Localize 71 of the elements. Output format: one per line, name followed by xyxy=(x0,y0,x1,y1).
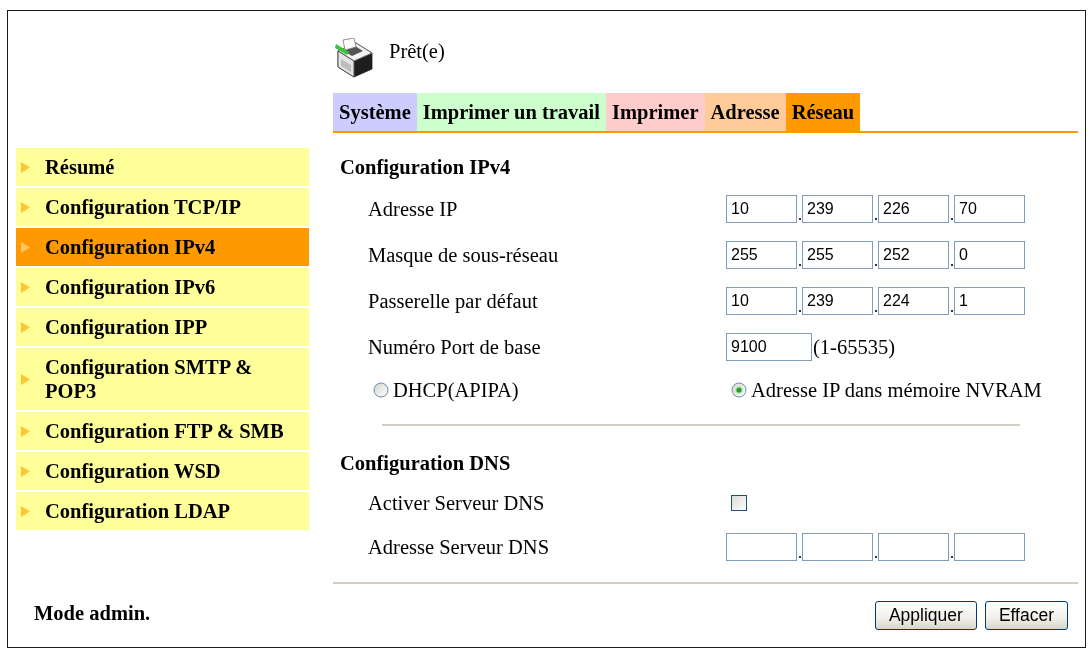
sidebar-item[interactable]: Configuration FTP & SMB xyxy=(16,412,309,450)
triangle-icon xyxy=(21,201,30,213)
field-label: Adresse IP xyxy=(367,197,459,221)
triangle-icon xyxy=(21,161,30,173)
dot-separator-icon xyxy=(874,556,877,558)
input-field[interactable]: 0 xyxy=(954,241,1025,269)
dot-separator-icon xyxy=(798,556,801,558)
triangle-icon xyxy=(21,505,30,517)
input-field[interactable]: 255 xyxy=(802,241,873,269)
input-field[interactable] xyxy=(954,533,1025,561)
radio-label: DHCP(APIPA) xyxy=(393,378,519,402)
input-field[interactable]: 1 xyxy=(954,287,1025,315)
input-field[interactable]: 224 xyxy=(878,287,949,315)
dot-separator-icon xyxy=(950,556,953,558)
sidebar-item[interactable]: Résumé xyxy=(16,148,309,186)
field-label: Adresse Serveur DNS xyxy=(367,535,551,559)
field-label: Masque de sous-réseau xyxy=(367,243,560,267)
form-button[interactable]: Effacer xyxy=(984,601,1068,630)
dot-separator-icon xyxy=(798,218,801,220)
sidebar-item[interactable]: Configuration IPv4 xyxy=(16,228,309,266)
sidebar-item[interactable]: Configuration IPP xyxy=(16,308,309,346)
dot-separator-icon xyxy=(950,310,953,312)
tab[interactable]: Imprimer un travail xyxy=(416,93,606,131)
triangle-icon xyxy=(21,241,30,253)
triangle-icon xyxy=(21,281,30,293)
tab[interactable]: Réseau xyxy=(785,93,861,133)
triangle-icon xyxy=(21,465,30,477)
range-hint: (1-65535) xyxy=(813,335,895,359)
input-field[interactable] xyxy=(802,533,873,561)
radio-button[interactable] xyxy=(731,382,747,398)
mode-label: Mode admin. xyxy=(34,602,151,624)
input-field[interactable]: 10 xyxy=(726,287,797,315)
triangle-icon xyxy=(21,373,30,385)
dot-separator-icon xyxy=(874,310,877,312)
tab[interactable]: Adresse xyxy=(704,93,786,131)
input-field[interactable]: 10 xyxy=(726,195,797,223)
dot-separator-icon xyxy=(874,218,877,220)
checkbox[interactable] xyxy=(731,495,747,511)
input-field[interactable]: 239 xyxy=(802,287,873,315)
dot-separator-icon xyxy=(798,310,801,312)
sidebar-item[interactable]: Configuration IPv6 xyxy=(16,268,309,306)
radio-label: Adresse IP dans mémoire NVRAM xyxy=(751,378,1042,402)
form-button[interactable]: Appliquer xyxy=(874,601,977,630)
input-field[interactable] xyxy=(726,533,797,561)
field-label: Activer Serveur DNS xyxy=(367,491,546,515)
radio-button[interactable] xyxy=(373,382,389,398)
triangle-icon xyxy=(21,321,30,333)
input-field[interactable]: 255 xyxy=(726,241,797,269)
dot-separator-icon xyxy=(874,264,877,266)
section-title: Configuration IPv4 xyxy=(339,155,512,181)
input-field[interactable]: 226 xyxy=(878,195,949,223)
input-field[interactable]: 70 xyxy=(954,195,1025,223)
dot-separator-icon xyxy=(950,264,953,266)
input-field[interactable] xyxy=(878,533,949,561)
field-label: Passerelle par défaut xyxy=(367,289,539,313)
sidebar-item[interactable]: Configuration LDAP xyxy=(16,492,309,530)
input-field[interactable]: 239 xyxy=(802,195,873,223)
tab[interactable]: Système xyxy=(333,93,417,131)
sidebar-item[interactable]: Configuration WSD xyxy=(16,452,309,490)
printer-icon xyxy=(335,38,375,78)
triangle-icon xyxy=(21,425,30,437)
dot-separator-icon xyxy=(798,264,801,266)
section-title: Configuration DNS xyxy=(339,451,512,477)
dot-separator-icon xyxy=(950,218,953,220)
sidebar-item[interactable]: Configuration TCP/IP xyxy=(16,188,309,226)
input-field[interactable]: 9100 xyxy=(726,333,812,361)
status-text: Prêt(e) xyxy=(389,39,445,63)
tab[interactable]: Imprimer xyxy=(606,93,705,131)
field-label: Numéro Port de base xyxy=(367,335,542,359)
sidebar-item[interactable]: Configuration SMTP & POP3 xyxy=(16,348,309,410)
input-field[interactable]: 252 xyxy=(878,241,949,269)
